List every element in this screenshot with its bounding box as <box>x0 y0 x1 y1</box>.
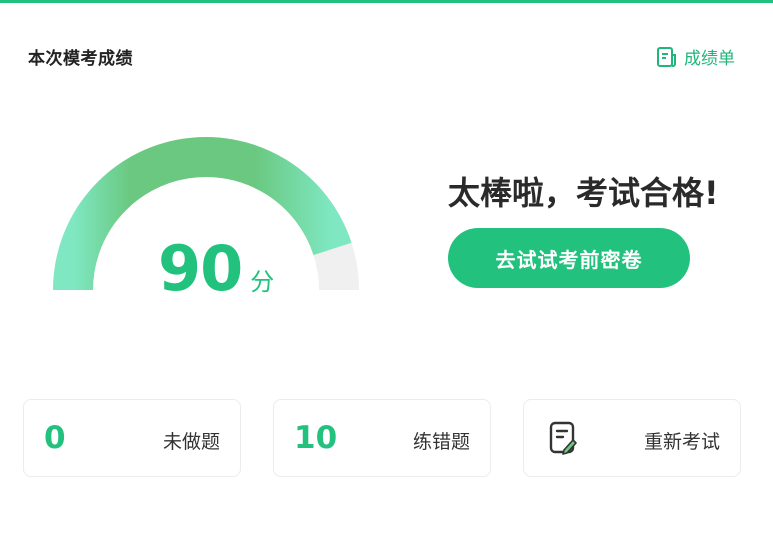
retake-exam-card[interactable]: 重新考试 <box>523 399 741 477</box>
score-value: 90 <box>158 232 243 305</box>
report-card-label: 成绩单 <box>684 49 735 69</box>
wrong-count: 10 <box>294 420 338 456</box>
unanswered-label: 未做题 <box>162 431 220 453</box>
page-title: 本次模考成绩 <box>28 49 133 69</box>
retake-exam-icon <box>549 421 577 455</box>
unanswered-questions-card[interactable]: 0 未做题 <box>23 399 241 477</box>
practice-wrong-questions-card[interactable]: 10 练错题 <box>273 399 491 477</box>
wrong-label: 练错题 <box>412 431 470 453</box>
top-accent-strip <box>0 0 773 3</box>
score-display: 90 分 <box>158 238 274 300</box>
report-document-icon <box>656 46 678 68</box>
retake-exam-label: 重新考试 <box>643 431 720 453</box>
try-pre-exam-paper-button[interactable]: 去试试考前密卷 <box>448 228 690 288</box>
result-headline: 太棒啦，考试合格! <box>448 174 719 212</box>
score-unit: 分 <box>250 268 275 296</box>
unanswered-count: 0 <box>44 420 66 456</box>
report-card-link[interactable]: 成绩单 <box>656 44 735 69</box>
